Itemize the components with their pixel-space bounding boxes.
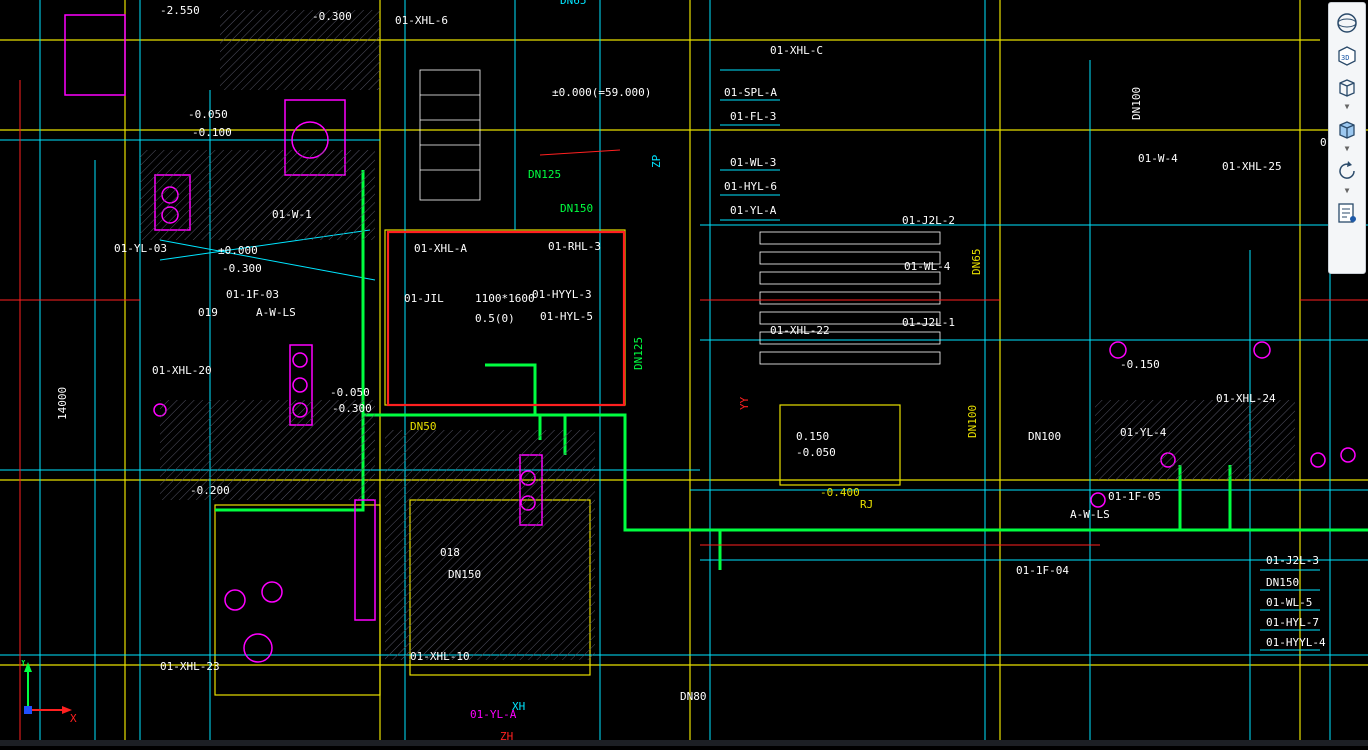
drawing-label: 01-JIL (404, 292, 444, 305)
cad-drawing[interactable]: -2.550-0.30001-XHL-6DN6501-XHL-C01-W-5-0… (0, 0, 1368, 746)
drawing-label: ±0.000(=59.000) (552, 86, 651, 99)
drawing-label: -0.400 (820, 486, 860, 499)
drawing-label: DN100 (1028, 430, 1061, 443)
drawing-label: 14000 (56, 387, 69, 420)
drawing-label: 01-W-4 (1138, 152, 1178, 165)
drawing-label: -2.550 (160, 4, 200, 17)
orbit-icon (1339, 161, 1355, 179)
drawing-label: DN80 (680, 690, 707, 703)
y-axis-label: Y (20, 660, 27, 669)
drawing-label: YY (738, 396, 751, 410)
drawing-label: RJ (860, 498, 873, 511)
drawing-label: -0.050 (188, 108, 228, 121)
drawing-label: A-W-LS (256, 306, 296, 319)
drawing-label: 01-WL-5 (1266, 596, 1312, 609)
drawing-label: DN150 (1266, 576, 1299, 589)
chevron-down-icon[interactable]: ▼ (1342, 145, 1352, 153)
drawing-label: 01-YL-03 (114, 242, 167, 255)
drawing-label: 01-YL-A (470, 708, 517, 721)
navigate-sphere-button[interactable] (1333, 9, 1361, 37)
drawing-label: 01-XHL-23 (160, 660, 220, 673)
drawing-label: -0.300 (332, 402, 372, 415)
drawing-label: 01-XHL-24 (1216, 392, 1276, 405)
drawing-label: -0.300 (312, 10, 352, 23)
drawing-label: DN125 (528, 168, 561, 181)
drawing-label: DN65 (970, 249, 983, 276)
status-bar (0, 740, 1368, 746)
drawing-label: 01-HYYL-3 (532, 288, 592, 301)
drawing-label: -0.100 (192, 126, 232, 139)
shaded-view-button[interactable] (1333, 115, 1361, 143)
wireframe-cube-icon (1339, 79, 1355, 97)
drawing-label: 01-FL-3 (730, 110, 776, 123)
drawing-label: 0.5(0) (475, 312, 515, 325)
cad-drawing-canvas[interactable]: -2.550-0.30001-XHL-6DN6501-XHL-C01-W-5-0… (0, 0, 1368, 746)
view-toolbar: 3D ▼ ▼ ▼ (1328, 2, 1366, 274)
drawing-label: DN50 (410, 420, 437, 433)
drawing-label: -0.050 (796, 446, 836, 459)
hatched-regions (140, 10, 1295, 660)
drawing-label: 0.150 (796, 430, 829, 443)
drawing-label: 01-HYL-5 (540, 310, 593, 323)
sphere-icon (1337, 13, 1357, 33)
drawing-label: 01-WL-4 (904, 260, 951, 273)
shaded-cube-icon (1339, 121, 1355, 139)
drawing-label: 01-XHL-10 (410, 650, 470, 663)
drawing-label: 01-XHL-20 (152, 364, 212, 377)
drawing-label: 01-W-1 (272, 208, 312, 221)
orbit-button[interactable] (1333, 157, 1361, 185)
drawing-label: XH (512, 700, 525, 713)
drawing-label: 01-1F-04 (1016, 564, 1069, 577)
drawing-label: 01-YL-A (730, 204, 777, 217)
properties-icon (1338, 203, 1356, 223)
drawing-label: 01-RHL-3 (548, 240, 601, 253)
3d-view-button[interactable]: 3D (1333, 41, 1361, 69)
drawing-label: A-W-LS (1070, 508, 1110, 521)
chevron-down-icon[interactable]: ▼ (1342, 187, 1352, 195)
drawing-label: 01-XHL-25 (1222, 160, 1282, 173)
svg-text:3D: 3D (1341, 54, 1349, 62)
drawing-label: 01-1F-03 (226, 288, 279, 301)
drawing-label: DN65 (560, 0, 587, 7)
drawing-label: DN100 (1130, 87, 1143, 120)
drawing-label: 01-SPL-A (724, 86, 777, 99)
ucs-axis-indicator: Y X (18, 656, 88, 730)
drawing-label: DN150 (560, 202, 593, 215)
drawing-label: DN150 (448, 568, 481, 581)
drawing-label: 01-XHL-22 (770, 324, 830, 337)
drawing-label: 01-HYYL-4 (1266, 636, 1326, 649)
drawing-label: -0.050 (330, 386, 370, 399)
drawing-label: -0.200 (190, 484, 230, 497)
drawing-label: 01-XHL-C (770, 44, 823, 57)
drawing-label: 01-WL-3 (730, 156, 776, 169)
drawing-label: ±0.000 (218, 244, 258, 257)
drawing-label: 01-J2L-1 (902, 316, 955, 329)
drawing-label: 1100*1600 (475, 292, 535, 305)
drawing-label: DN125 (632, 337, 645, 370)
x-axis-label: X (70, 712, 77, 725)
drawing-label: DN100 (966, 405, 979, 438)
properties-button[interactable] (1333, 199, 1361, 227)
drawing-label: 01-YL-4 (1120, 426, 1167, 439)
drawing-label: -0.150 (1120, 358, 1160, 371)
drawing-label: 01-XHL-A (414, 242, 467, 255)
drawing-label: 01-HYL-7 (1266, 616, 1319, 629)
drawing-label: ZP (650, 154, 663, 168)
drawing-label: 01-J2L-3 (1266, 554, 1319, 567)
drawing-label: 019 (198, 306, 218, 319)
drawing-label: 01-1F-05 (1108, 490, 1161, 503)
3d-view-icon: 3D (1338, 46, 1356, 66)
drawing-label: 01-HYL-6 (724, 180, 777, 193)
drawing-label: -0.300 (222, 262, 262, 275)
drawing-label: 01-J2L-2 (902, 214, 955, 227)
wireframe-view-button[interactable] (1333, 73, 1361, 101)
drawing-label: 018 (440, 546, 460, 559)
chevron-down-icon[interactable]: ▼ (1342, 103, 1352, 111)
drawing-label: 01-XHL-6 (395, 14, 448, 27)
